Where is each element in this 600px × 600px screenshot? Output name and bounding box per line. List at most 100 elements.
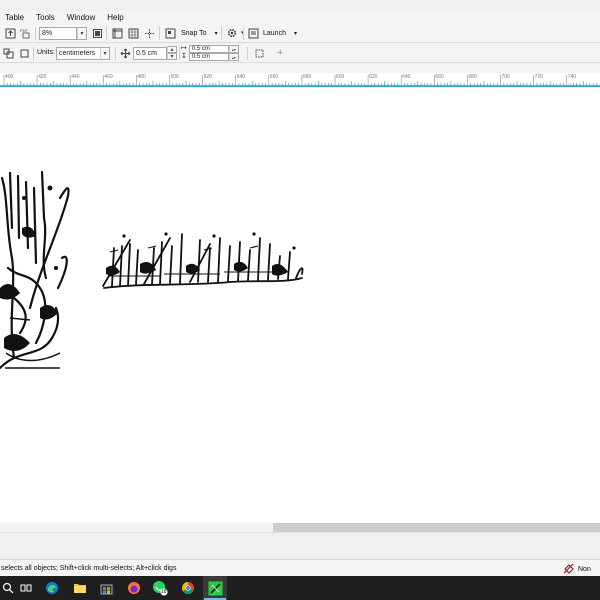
snap-to-combo[interactable]: Snap To ▾ [163,26,218,40]
ruler-label: 400 [5,74,14,80]
ruler-label: 520 [203,74,212,80]
zoom-input[interactable]: 8% [39,26,77,40]
export-icon [3,26,17,40]
property-bar: Units: centimeters ▾ 0.5 cm ▴ ▾ ↦ ↧ 0.5 … [0,43,600,63]
horizontal-ruler[interactable]: 400 420 440 460 480 500 520 540 560 580 600 620 640 6… [0,73,600,87]
fullscreen-icon [90,26,104,40]
duplicate-distance: ↦ ↧ 0.5 cm ▴▾ 0.5 cm ▴▾ [181,45,239,61]
snap-chevron-down-icon[interactable]: ▾ [215,30,218,37]
dup-x-input[interactable]: 0.5 cm [188,45,229,53]
copy-icon [17,46,31,60]
ruler-label: 420 [38,74,47,80]
move-icon [118,46,132,60]
ruler-label: 500 [170,74,179,80]
pdf-icon: PDF [19,26,33,40]
nudge-input[interactable]: 0.5 cm [133,46,167,60]
guidelines-icon [142,26,156,40]
objects-icon [1,46,15,60]
edge-browser-icon[interactable] [44,580,60,596]
dup-y-input[interactable]: 0.5 cm [188,53,229,61]
full-screen-preview-button[interactable] [90,26,104,40]
menu-table[interactable]: Table [0,13,30,22]
page-navigator-area [0,532,600,559]
menu-help[interactable]: Help [101,13,129,22]
fill-indicator[interactable]: Non [563,563,591,576]
zoom-combo[interactable]: 8% ▾ [39,26,87,40]
grid-icon [126,26,140,40]
whatsapp-icon[interactable]: 18 [152,580,168,596]
ruler-label: 620 [369,74,378,80]
status-bar: selects all objects; Shift+click multi-s… [0,559,600,576]
nudge-distance: 0.5 cm ▴ ▾ [118,46,177,60]
copy-properties-button[interactable] [17,46,31,60]
drawing-canvas[interactable] [0,88,600,524]
ruler-label: 600 [336,74,345,80]
ruler-label: 640 [402,74,411,80]
chrome-icon[interactable] [180,580,196,596]
export-button[interactable] [3,26,17,40]
launch-icon [246,26,260,40]
menu-tools[interactable]: Tools [30,13,61,22]
publish-pdf-button[interactable]: PDF [19,26,33,40]
dup-y-icon: ↧ [181,53,187,60]
launch-chevron-down-icon[interactable]: ▾ [294,30,297,37]
ruler-label: 720 [534,74,543,80]
dup-icons: ↦ ↧ [181,45,187,61]
ruler-label: 660 [435,74,444,80]
title-strip [0,0,600,11]
units-chevron-down-icon[interactable]: ▾ [100,46,110,60]
windows-taskbar: 18 [0,576,600,600]
fill-bucket-icon [563,563,574,576]
show-grid-button[interactable] [126,26,140,40]
page-border-button[interactable] [252,46,266,60]
ruler-label: 440 [71,74,80,80]
ruler-label: 480 [137,74,146,80]
ruler-gap [0,63,600,73]
nudge-spinner[interactable]: ▴ ▾ [167,46,177,60]
ruler-label: 540 [236,74,246,80]
nudge-down-icon[interactable]: ▾ [167,53,177,60]
show-guidelines-button[interactable] [142,26,156,40]
rulers-icon [110,26,124,40]
add-preset-button[interactable]: + [277,46,283,60]
task-view-icon[interactable] [18,580,34,596]
ruler-label: 580 [302,74,312,80]
firefox-icon[interactable] [126,580,142,596]
zoom-dropdown-chevron-icon[interactable]: ▾ [77,26,87,40]
units-select[interactable]: centimeters [56,46,100,60]
show-rulers-button[interactable] [110,26,124,40]
dup-x-icon: ↦ [181,45,187,52]
units-label: Units: [37,49,55,56]
treat-as-filled-button[interactable] [1,46,15,60]
page-frame-icon [252,46,266,60]
nudge-up-icon[interactable]: ▴ [167,46,177,53]
calligraphy-left-object[interactable] [0,168,80,388]
svg-text:PDF: PDF [20,28,29,33]
fill-label: Non [578,566,591,573]
notification-badge: 18 [161,589,167,595]
launch-label: Launch [263,29,286,37]
standard-toolbar: PDF 8% ▾ Snap To ▾ Launch ▾ [0,24,600,43]
menu-window[interactable]: Window [61,13,101,22]
ruler-label: 700 [501,74,510,80]
status-hint: selects all objects; Shift+click multi-s… [1,564,177,572]
units-combo[interactable]: centimeters ▾ [56,46,110,60]
horizontal-scrollbar-thumb[interactable] [273,523,600,532]
launch-combo[interactable]: Launch ▾ [246,26,297,40]
ruler-label: 680 [468,74,477,80]
dup-y-spinner-icon[interactable]: ▴▾ [228,53,239,61]
calligraphy-center-object[interactable] [100,228,310,298]
snap-to-label: Snap To [181,29,207,37]
file-explorer-icon[interactable] [72,580,88,596]
dup-fields: 0.5 cm ▴▾ 0.5 cm ▴▾ [188,45,239,61]
gear-icon [225,26,239,40]
ruler-label: 740 [567,74,577,80]
ruler-label: 460 [104,74,113,80]
ruler-label: 560 [269,74,279,80]
dup-x-spinner-icon[interactable]: ▴▾ [228,45,239,53]
menu-bar: Table Tools Window Help [0,11,600,24]
options-button[interactable]: ▾ [225,26,244,40]
search-icon[interactable] [0,580,16,596]
store-icon[interactable] [98,580,114,596]
corel-draw-icon[interactable] [207,580,223,596]
